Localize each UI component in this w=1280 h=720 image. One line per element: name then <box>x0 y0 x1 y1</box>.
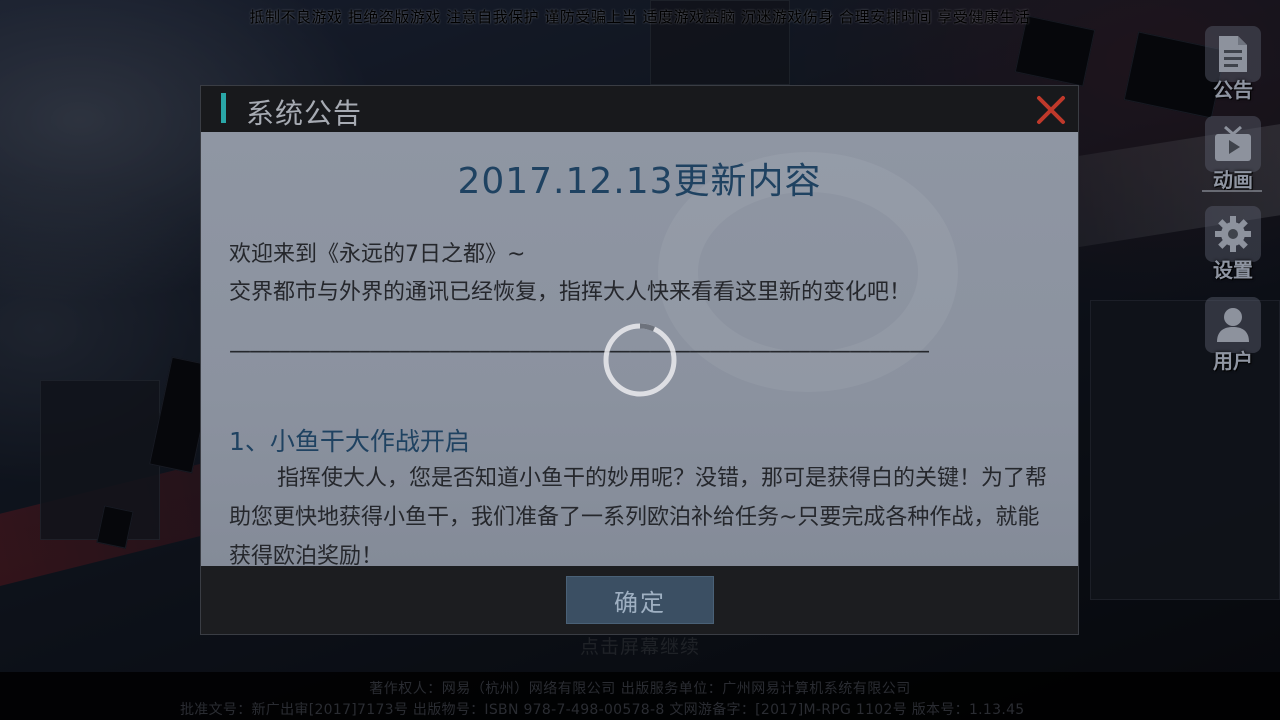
intro-line: 欢迎来到《永远的7日之都》~ <box>229 242 526 267</box>
animation-label: 动画 <box>1213 168 1253 192</box>
loading-spinner-icon <box>603 323 677 397</box>
intro-line: 交界都市与外界的通讯已经恢复，指挥大人快来看看这里新的变化吧！ <box>229 280 912 305</box>
dialog-header: 系统公告 <box>201 86 1078 132</box>
side-menu-divider <box>1202 190 1262 192</box>
section-text: 指挥使大人，您是否知道小鱼干的妙用呢？没错，那可是获得白的关键！为了帮助您更快地… <box>229 466 1048 568</box>
animation-button[interactable]: 动画 <box>1204 115 1262 193</box>
intro-text: 欢迎来到《永远的7日之都》~ 交界都市与外界的通讯已经恢复，指挥大人快来看看这里… <box>229 236 1059 312</box>
tap-to-continue-hint: 点击屏幕继续 <box>579 636 700 658</box>
announcement-button[interactable]: 公告 <box>1204 25 1262 103</box>
title-accent-bar <box>221 93 226 123</box>
settings-button[interactable]: 设置 <box>1204 205 1262 283</box>
dialog-title: 系统公告 <box>246 97 363 130</box>
update-title: 2017.12.13更新内容 <box>457 161 822 202</box>
user-label: 用户 <box>1213 349 1253 373</box>
health-notice: 抵制不良游戏 拒绝盗版游戏 注意自我保护 谨防受骗上当 适度游戏益脑 沉迷游戏伤… <box>249 8 1031 26</box>
copyright-text: 著作权人：网易（杭州）网络有限公司 出版服务单位：广州网易计算机系统有限公司 <box>369 681 911 697</box>
announcement-label: 公告 <box>1213 78 1253 102</box>
close-icon <box>1037 96 1065 124</box>
confirm-button[interactable]: 确定 <box>566 576 714 624</box>
close-button[interactable] <box>1034 93 1068 127</box>
approval-text: 批准文号：新广出审[2017]7173号 出版物号：ISBN 978-7-498… <box>180 702 1025 718</box>
settings-label: 设置 <box>1213 258 1253 282</box>
text-divider: —————————————————————————————————————— <box>229 339 929 364</box>
user-button[interactable]: 用户 <box>1204 296 1262 374</box>
section-title: 1、小鱼干大作战开启 <box>229 427 470 456</box>
dialog-footer: 确定 <box>201 566 1078 634</box>
